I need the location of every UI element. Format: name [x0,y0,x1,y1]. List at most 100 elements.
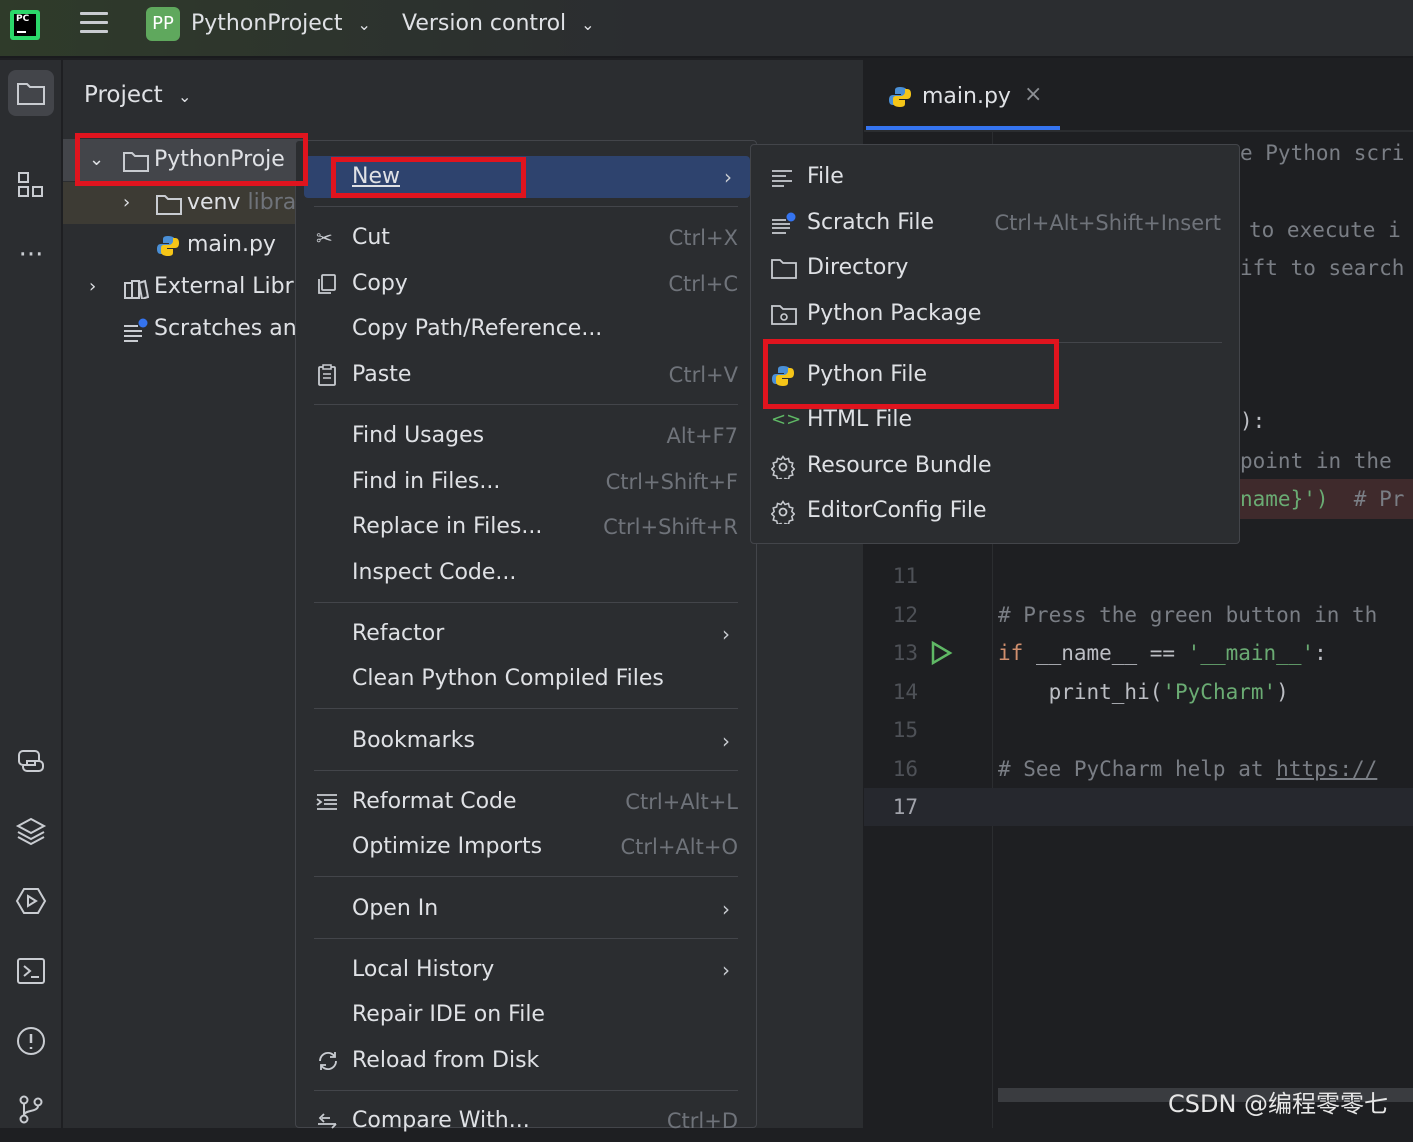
menu-item-label: Paste [352,362,412,387]
html-icon: <> [771,409,802,430]
problems-button[interactable] [8,1018,54,1064]
menu-item-shortcut: Ctrl+Alt+L [625,790,738,814]
scratch-file-icon [771,212,796,234]
menu-item-find-usages[interactable]: Find Usages Alt+F7 [296,415,756,457]
submenu-item-shortcut: Ctrl+Alt+Shift+Insert [994,211,1221,235]
project-badge[interactable]: PP [146,7,180,41]
run-gutter-icon[interactable] [928,640,954,666]
code-fragment: point in the [1240,449,1392,473]
menu-item-shortcut: Ctrl+Shift+F [605,470,738,494]
tool-window-strip: ··· [0,60,62,1128]
menu-item-replace-in-files[interactable]: Replace in Files... Ctrl+Shift+R [296,506,756,548]
line-number: 14 [892,680,918,704]
line-number: 12 [892,603,918,627]
menu-item-local-history[interactable]: Local History › [296,949,756,991]
menu-item-label: Reformat Code [352,789,517,814]
package-folder-icon [771,303,797,325]
tree-item-label: venv [187,190,241,215]
menu-separator [314,770,738,771]
folder-icon [156,195,182,215]
submenu-item-scratch-file[interactable]: Scratch File Ctrl+Alt+Shift+Insert [751,201,1239,245]
menu-item-optimize-imports[interactable]: Optimize Imports Ctrl+Alt+O [296,826,756,868]
scissors-icon: ✂ [316,226,333,250]
git-button[interactable] [8,1086,54,1132]
chevron-down-icon: ⌄ [357,15,371,34]
menu-item-open-in[interactable]: Open In › [296,888,756,930]
submenu-item-label: Python Package [807,301,982,326]
tree-item-scratches[interactable]: Scratches an [63,308,303,350]
tree-item-suffix: libra [247,190,297,215]
submenu-item-resource-bundle[interactable]: Resource Bundle [751,444,1239,488]
code-fragment: e Python scri [1240,141,1405,165]
submenu-item-file[interactable]: File [751,155,1239,199]
chevron-right-icon: › [722,729,730,753]
menu-item-refactor[interactable]: Refactor › [296,613,756,655]
menu-item-shortcut: Ctrl+Alt+O [620,835,738,859]
code-line-16: # See PyCharm help at https:// [998,757,1377,781]
line-number: 15 [892,718,918,742]
menu-item-cut[interactable]: ✂ Cut Ctrl+X [296,217,756,259]
menu-item-reformat-code[interactable]: Reformat Code Ctrl+Alt+L [296,781,756,823]
menu-item-inspect-code[interactable]: Inspect Code... [296,552,756,594]
menu-item-shortcut: Ctrl+Shift+R [603,515,738,539]
menu-item-copy[interactable]: Copy Ctrl+C [296,263,756,305]
code-link[interactable]: https:// [1276,757,1377,781]
chevron-right-icon: › [722,622,730,646]
python-file-icon [157,236,179,256]
menu-item-copy-path[interactable]: Copy Path/Reference... [296,308,756,350]
packages-button[interactable] [8,808,54,854]
project-tool-button[interactable] [8,70,54,116]
menu-item-label: Open In [352,896,439,921]
tree-item-main-py[interactable]: main.py [63,224,303,266]
python-console-icon [18,750,44,772]
code-fragment: ): [1240,409,1266,433]
menu-item-label: Find Usages [352,423,485,448]
submenu-item-label: Resource Bundle [807,453,992,478]
menu-item-bookmarks[interactable]: Bookmarks › [296,720,756,762]
menu-item-label: Local History [352,957,495,982]
menu-item-repair-ide[interactable]: Repair IDE on File [296,994,756,1036]
menu-item-label: Copy [352,271,408,296]
submenu-item-editorconfig-file[interactable]: EditorConfig File [751,489,1239,533]
menu-separator [314,938,738,939]
menu-item-label: Copy Path/Reference... [352,316,603,341]
pycharm-logo-icon: PC [10,10,40,40]
menu-item-shortcut: Alt+F7 [666,424,738,448]
menu-item-label: Replace in Files... [352,514,543,539]
project-switcher[interactable]: PythonProject ⌄ [191,11,371,36]
chevron-right-icon: › [722,897,730,921]
vcs-dropdown[interactable]: Version control ⌄ [402,11,595,36]
close-icon[interactable]: × [1024,82,1042,107]
menu-separator [314,206,738,207]
menu-item-label: Reload from Disk [352,1048,540,1073]
chevron-right-icon: › [89,276,97,297]
submenu-item-directory[interactable]: Directory [751,246,1239,290]
menu-item-compare-with[interactable]: Compare With... Ctrl+D [296,1100,756,1142]
menu-item-paste[interactable]: Paste Ctrl+V [296,354,756,396]
project-panel-header[interactable]: Project ⌄ [84,82,191,108]
submenu-item-label: Directory [807,255,909,280]
chevron-down-icon: ⌄ [581,15,595,34]
chevron-right-icon: › [724,165,732,189]
submenu-item-python-package[interactable]: Python Package [751,292,1239,336]
python-console-button[interactable] [8,738,54,784]
code-string: name}') [1240,487,1329,511]
services-button[interactable] [8,878,54,924]
python-file-icon [889,87,911,107]
tree-item-venv[interactable]: › venv libra [63,182,303,224]
menu-item-find-in-files[interactable]: Find in Files... Ctrl+Shift+F [296,461,756,503]
terminal-button[interactable] [8,948,54,994]
menu-item-clean-compiled[interactable]: Clean Python Compiled Files [296,658,756,700]
menu-item-shortcut: Ctrl+D [666,1109,738,1133]
code-line-14: print_hi('PyCharm') [998,680,1289,704]
tree-item-label: main.py [187,232,276,257]
more-tools-icon[interactable]: ··· [8,232,54,278]
code-line-13: if __name__ == '__main__': [998,641,1327,665]
structure-tool-button[interactable] [8,162,54,208]
folder-icon [17,83,45,105]
tab-label: main.py [922,84,1011,109]
main-menu-icon[interactable] [80,12,108,36]
menu-item-reload-from-disk[interactable]: Reload from Disk [296,1040,756,1082]
tree-item-external-libraries[interactable]: › External Libra [63,266,303,308]
project-panel-title: Project [84,82,163,108]
